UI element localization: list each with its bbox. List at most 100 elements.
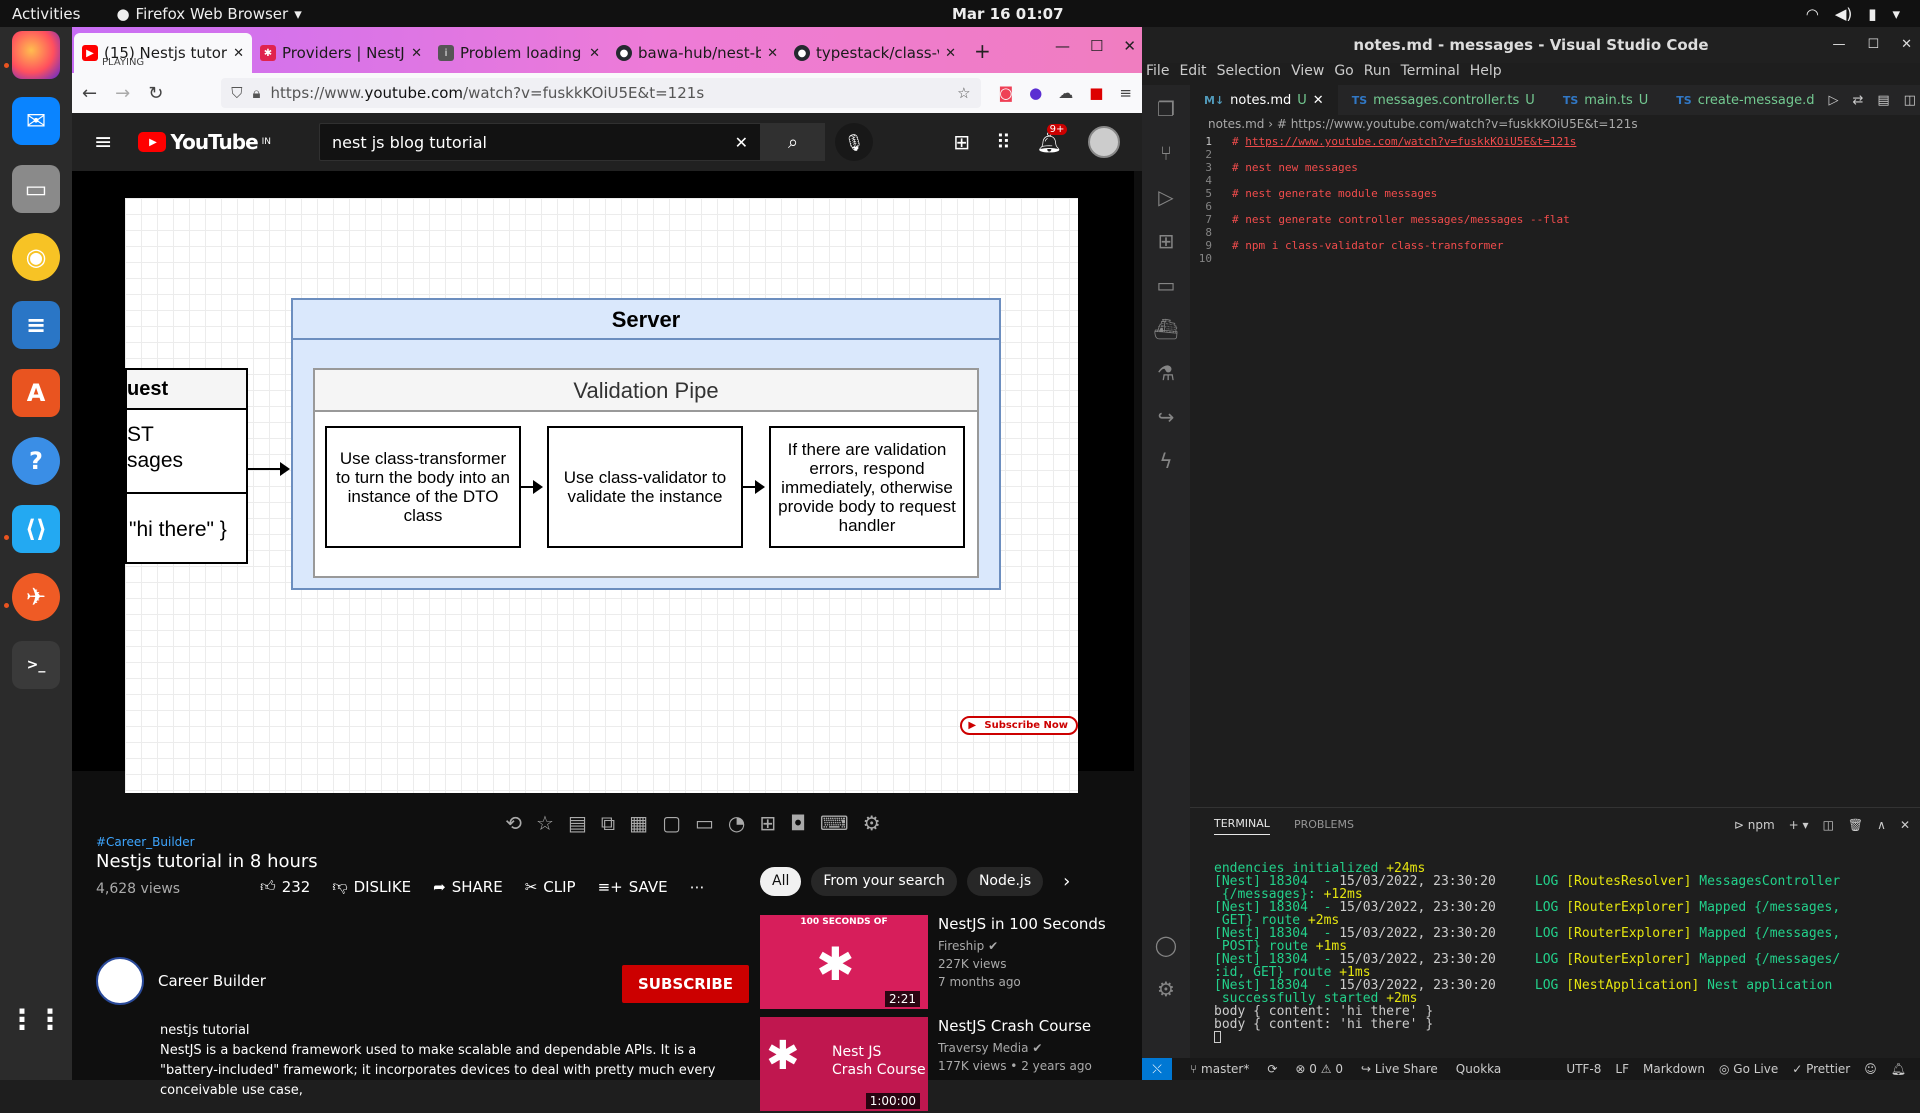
firefox-icon[interactable] — [12, 31, 60, 79]
dislike-button[interactable]: 👎︎ DISLIKE — [332, 877, 411, 896]
like-button[interactable]: 👍︎ 232 — [260, 877, 310, 896]
back-arrow-icon[interactable]: ← — [82, 83, 97, 104]
tab-youtube[interactable]: ▶ (15) Nestjs tutoria PLAYING ✕ — [74, 33, 252, 73]
reload-icon[interactable]: ↻ — [148, 83, 163, 104]
apps-grid-icon[interactable]: ⠿ — [996, 130, 1011, 154]
close-icon[interactable]: ✕ — [767, 46, 778, 61]
preview-icon[interactable]: ▤ — [1877, 93, 1889, 108]
close-icon[interactable]: ✕ — [1901, 27, 1912, 63]
app-menu[interactable]: ● Firefox Web Browser ▾ — [116, 5, 301, 23]
menu-edit[interactable]: Edit — [1179, 63, 1206, 85]
youtube-logo[interactable]: ▶ YouTube IN — [138, 130, 271, 154]
gear-icon[interactable]: ⚙ — [863, 811, 881, 835]
extension-icon[interactable]: ● — [1029, 84, 1042, 102]
hamburger-menu-icon[interactable]: ≡ — [94, 130, 112, 155]
new-tab-button[interactable]: + — [974, 39, 991, 63]
menu-help[interactable]: Help — [1470, 63, 1502, 85]
testing-icon[interactable]: ⚗ — [1157, 361, 1175, 385]
star-icon[interactable]: ☆ — [536, 811, 554, 835]
apps-grid-icon[interactable]: ⋮⋮ — [8, 995, 64, 1043]
hashtag-link[interactable]: #Career_Builder — [96, 835, 195, 849]
url-bar[interactable]: ⛉ 🔒︎ https://www.youtube.com/watch?v=fus… — [221, 78, 981, 108]
chevron-right-icon[interactable]: › — [1053, 867, 1080, 896]
chip-from-search[interactable]: From your search — [811, 867, 957, 896]
lock-icon[interactable]: 🔒︎ — [253, 84, 261, 102]
add-icon[interactable]: ⊞ — [759, 811, 776, 835]
share-button[interactable]: ➦ SHARE — [433, 877, 503, 896]
tab-messages-controller[interactable]: TS messages.controller.ts U — [1338, 85, 1549, 115]
tab-problem-loading[interactable]: i Problem loading p ✕ — [430, 33, 608, 73]
search-input[interactable]: nest js blog tutorial ✕ — [319, 123, 762, 161]
channel-name[interactable]: Career Builder — [158, 972, 266, 990]
maximize-icon[interactable]: ☐ — [1090, 37, 1103, 55]
tab-terminal[interactable]: TERMINAL — [1214, 817, 1270, 835]
maximize-panel-icon[interactable]: ∧ — [1877, 818, 1886, 832]
extensions-icon[interactable]: ⊞ — [1158, 229, 1175, 253]
compare-icon[interactable]: ⇄ — [1852, 93, 1863, 108]
channel-avatar[interactable] — [96, 957, 144, 1005]
menu-file[interactable]: File — [1146, 63, 1169, 85]
menu-view[interactable]: View — [1291, 63, 1324, 85]
clear-icon[interactable]: ✕ — [735, 133, 748, 152]
pip-icon[interactable]: ⧉ — [601, 811, 615, 835]
activities-button[interactable]: Activities — [12, 5, 80, 23]
theater-icon[interactable]: ▭ — [695, 811, 714, 835]
terminal-icon[interactable]: >_ — [12, 641, 60, 689]
git-branch[interactable]: ⑂ master* — [1190, 1062, 1249, 1076]
writer-icon[interactable]: ≡ — [12, 301, 60, 349]
star-icon[interactable]: ☆ — [957, 84, 970, 102]
trash-icon[interactable]: 🗑︎ — [1848, 818, 1863, 832]
problems-count[interactable]: ⊗ 0 ⚠ 0 — [1295, 1062, 1343, 1076]
speed-icon[interactable]: ◔ — [728, 811, 745, 835]
tab-problems[interactable]: PROBLEMS — [1294, 818, 1354, 835]
breadcrumb[interactable]: notes.md › # https://www.youtube.com/wat… — [1208, 117, 1638, 131]
run-debug-icon[interactable]: ▷ — [1158, 185, 1173, 209]
video-content[interactable]: uest ST sages "hi there" } Server Valida… — [125, 198, 1078, 793]
voice-search-button[interactable]: 🎙︎ — [835, 123, 874, 161]
tab-notes-md[interactable]: M↓ notes.md U ✕ — [1190, 85, 1338, 115]
remote-icon[interactable]: ⤬ — [1142, 1058, 1172, 1080]
source-control-icon[interactable]: ⑂ — [1160, 141, 1172, 165]
extension-icon[interactable]: ☁ — [1058, 84, 1073, 102]
language-mode[interactable]: Markdown — [1643, 1062, 1705, 1076]
terminal-output[interactable]: endencies initialized +24ms [Nest] 18304 … — [1214, 862, 1854, 1044]
close-icon[interactable]: ✕ — [1900, 818, 1910, 832]
close-icon[interactable]: ✕ — [1123, 37, 1136, 55]
explorer-icon[interactable]: ❐ — [1157, 97, 1175, 121]
notifications-icon[interactable]: 🔔︎ 9+ — [1037, 124, 1068, 154]
menu-run[interactable]: Run — [1364, 63, 1391, 85]
chip-all[interactable]: All — [760, 867, 802, 896]
close-icon[interactable]: ✕ — [233, 46, 244, 61]
cinema-icon[interactable]: ▦ — [629, 811, 648, 835]
software-icon[interactable]: A — [12, 369, 60, 417]
sync-icon[interactable]: ⟳ — [1267, 1062, 1277, 1076]
thunder-client-icon[interactable]: ϟ — [1159, 449, 1172, 473]
url-link[interactable]: https://www.youtube.com/watch?v=fuskkKOi… — [1245, 135, 1576, 148]
loop-icon[interactable]: ⟲ — [505, 811, 522, 835]
video-player[interactable]: uest ST sages "hi there" } Server Valida… — [72, 171, 1134, 853]
run-icon[interactable]: ▷ — [1828, 93, 1838, 108]
menu-selection[interactable]: Selection — [1217, 63, 1282, 85]
maximize-icon[interactable]: ☐ — [1867, 27, 1879, 63]
camera-icon[interactable]: ◘ — [790, 811, 806, 835]
search-button[interactable]: ⌕ — [761, 123, 826, 161]
tab-create-message-dto[interactable]: TS create-message.d — [1662, 85, 1828, 115]
forward-arrow-icon[interactable]: → — [115, 83, 130, 104]
feedback-icon[interactable]: ☺ — [1864, 1062, 1877, 1076]
pocket-icon[interactable]: ◙ — [999, 84, 1014, 102]
minimize-icon[interactable]: — — [1832, 27, 1845, 63]
encoding[interactable]: UTF-8 — [1566, 1062, 1601, 1076]
prettier-status[interactable]: ✓ Prettier — [1792, 1062, 1850, 1076]
tab-github-nest[interactable]: ● bawa-hub/nest-ba ✕ — [608, 33, 786, 73]
go-live-button[interactable]: ◎ Go Live — [1719, 1062, 1778, 1076]
remote-explorer-icon[interactable]: ▭ — [1157, 273, 1176, 297]
tab-nestjs-providers[interactable]: ✱ Providers | NestJS ✕ — [252, 33, 430, 73]
clip-button[interactable]: ✂ CLIP — [525, 877, 576, 896]
system-tray[interactable]: ◠ ◀) ▮ ▾ — [1806, 5, 1900, 23]
line-ending[interactable]: LF — [1615, 1062, 1629, 1076]
frame-icon[interactable]: ▢ — [662, 811, 681, 835]
code-editor[interactable]: 1 # https://www.youtube.com/watch?v=fuskk… — [1190, 135, 1872, 775]
keyboard-icon[interactable]: ⌨ — [820, 811, 849, 835]
close-icon[interactable]: ✕ — [945, 46, 956, 61]
live-share-button[interactable]: ↪ Live Share — [1361, 1062, 1438, 1076]
